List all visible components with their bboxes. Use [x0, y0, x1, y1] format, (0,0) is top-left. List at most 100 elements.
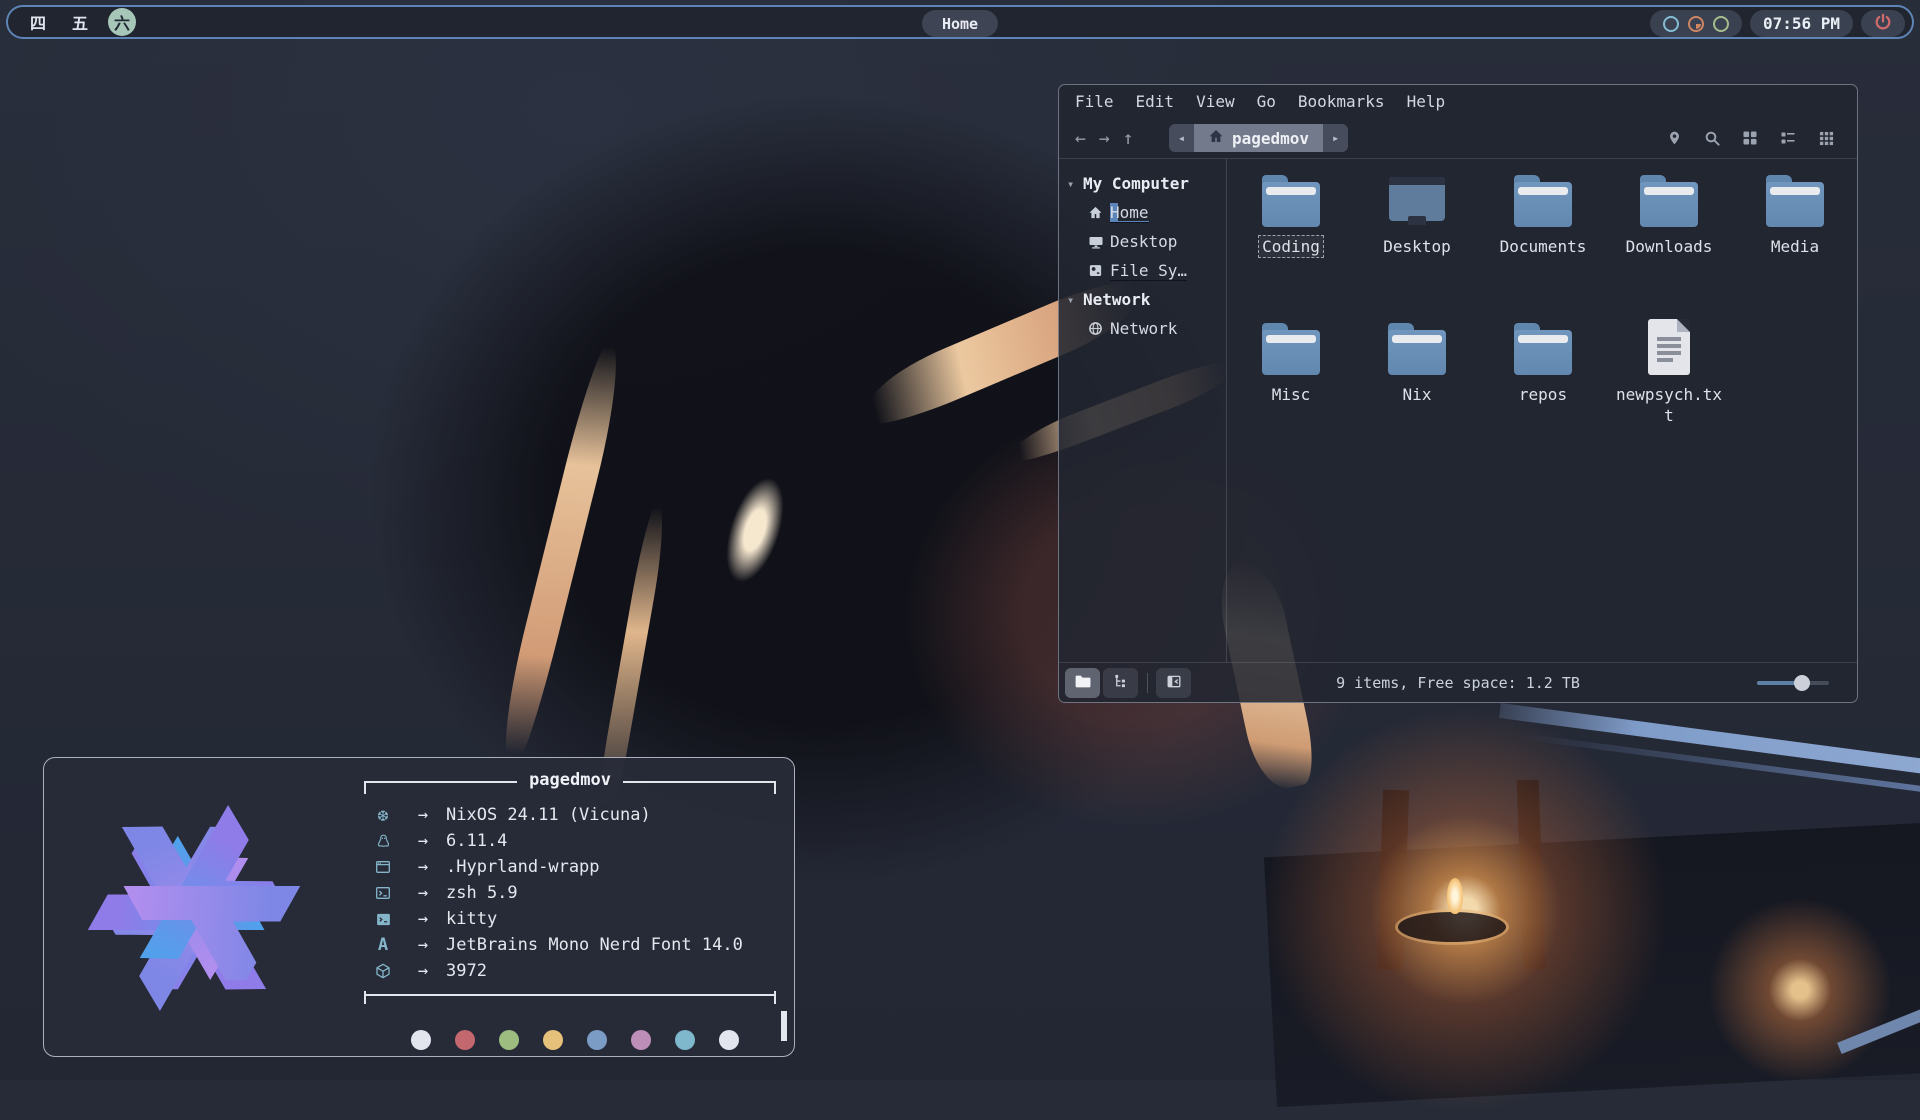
fetch-row-kernel: → 6.11.4 — [370, 828, 776, 854]
file-manager-window: File Edit View Go Bookmarks Help ← → ↑ ◂… — [1058, 84, 1858, 703]
path-scroll-right-button[interactable]: ▸ — [1323, 124, 1348, 152]
toggle-side-pane-button[interactable] — [1156, 668, 1191, 698]
icon-zoom-slider[interactable] — [1757, 681, 1829, 685]
up-button[interactable]: ↑ — [1123, 128, 1134, 149]
arrow-icon: → — [408, 883, 438, 903]
wallpaper-candle-cup — [1398, 912, 1506, 942]
sidebar-section-label: My Computer — [1083, 174, 1189, 193]
icon-view-icon[interactable] — [1741, 129, 1759, 147]
fetch-title: pagedmov — [517, 770, 623, 790]
active-window-title: Home — [922, 10, 998, 37]
file-item-media[interactable]: Media — [1732, 167, 1858, 315]
nixos-logo — [80, 794, 308, 1022]
arrow-icon: → — [408, 909, 438, 929]
path-segment-label: pagedmov — [1232, 129, 1309, 148]
sidebar-section-my-computer[interactable]: ▾ My Computer — [1059, 169, 1226, 198]
sidebar-item-label: Home — [1110, 203, 1149, 223]
palette-dot — [675, 1030, 695, 1050]
fetch-value: zsh 5.9 — [446, 883, 518, 903]
terminal-color-palette — [411, 1030, 776, 1050]
workspace-5[interactable]: 五 — [66, 8, 94, 36]
compact-list-view-icon[interactable] — [1779, 129, 1797, 147]
menu-file[interactable]: File — [1075, 92, 1114, 111]
wallpaper-candle-glow — [1255, 700, 1675, 1120]
slider-knob[interactable] — [1794, 675, 1810, 691]
fetch-row-shell: → zsh 5.9 — [370, 880, 776, 906]
fetch-value: 6.11.4 — [446, 831, 507, 851]
topbar-right-modules: 07:56 PM — [1650, 10, 1905, 37]
fetch-value: .Hyprland-wrapp — [446, 857, 600, 877]
file-label: Coding — [1258, 235, 1324, 258]
terminal-cursor — [781, 1011, 787, 1041]
back-button[interactable]: ← — [1075, 128, 1086, 149]
file-label: Documents — [1496, 235, 1591, 258]
location-pin-icon[interactable] — [1665, 129, 1683, 147]
tree-pane-button[interactable] — [1103, 668, 1138, 698]
tray-circle-icon[interactable] — [1663, 16, 1679, 32]
fastfetch-output: pagedmov ❆ → NixOS 24.11 (Vicuna) → 6.11… — [364, 772, 776, 1050]
tray-record-icon[interactable] — [1688, 16, 1704, 32]
file-item-coding[interactable]: Coding — [1228, 167, 1354, 315]
places-pane-button[interactable] — [1065, 668, 1100, 698]
tray-module[interactable] — [1650, 10, 1742, 37]
workspace-6-active[interactable]: 六 — [108, 8, 136, 36]
sidebar-item-network[interactable]: Network — [1059, 314, 1226, 343]
desktop-icon — [1389, 175, 1445, 227]
menu-bookmarks[interactable]: Bookmarks — [1298, 92, 1385, 111]
path-bar: ◂ pagedmov ▸ — [1169, 124, 1348, 152]
font-icon: A — [370, 935, 396, 955]
arrow-icon: → — [408, 805, 438, 825]
menu-help[interactable]: Help — [1407, 92, 1446, 111]
folder-icon — [1640, 175, 1698, 227]
side-pane-toggle-icon — [1166, 674, 1182, 693]
sidebar-item-desktop[interactable]: Desktop — [1059, 227, 1226, 256]
file-item-newpsych-txt[interactable]: newpsych.txt — [1606, 315, 1732, 463]
file-item-documents[interactable]: Documents — [1480, 167, 1606, 315]
fetch-rows: ❆ → NixOS 24.11 (Vicuna) → 6.11.4 → .Hyp… — [364, 802, 776, 984]
nixos-icon: ❆ — [370, 805, 396, 826]
palette-dot — [631, 1030, 651, 1050]
file-item-misc[interactable]: Misc — [1228, 315, 1354, 463]
menu-go[interactable]: Go — [1257, 92, 1276, 111]
folder-icon — [1074, 674, 1091, 693]
forward-button[interactable]: → — [1099, 128, 1110, 149]
sidebar-section-network[interactable]: ▾ Network — [1059, 285, 1226, 314]
workspace-4[interactable]: 四 — [24, 8, 52, 36]
folder-icon — [1388, 323, 1446, 375]
file-item-desktop[interactable]: Desktop — [1354, 167, 1480, 315]
menu-view[interactable]: View — [1196, 92, 1235, 111]
file-item-repos[interactable]: repos — [1480, 315, 1606, 463]
file-manager-body: ▾ My Computer Home Desktop File Sy… — [1059, 159, 1857, 662]
fetch-row-terminal: → kitty — [370, 906, 776, 932]
toolbar-view-buttons — [1665, 118, 1835, 158]
fetch-box-bottom — [364, 994, 776, 1016]
palette-dot — [455, 1030, 475, 1050]
clock[interactable]: 07:56 PM — [1750, 10, 1853, 37]
palette-dot — [543, 1030, 563, 1050]
file-item-nix[interactable]: Nix — [1354, 315, 1480, 463]
folder-icon — [1262, 175, 1320, 227]
tree-icon — [1113, 674, 1128, 693]
fetch-row-os: ❆ → NixOS 24.11 (Vicuna) — [370, 802, 776, 828]
sidebar-item-filesystem[interactable]: File Sy… — [1059, 256, 1226, 285]
search-icon[interactable] — [1703, 129, 1721, 147]
wallpaper-secondary-glow — [1700, 890, 1900, 1090]
arrow-icon: → — [408, 961, 438, 981]
top-status-bar: 四 五 六 Home 07:56 PM — [6, 5, 1914, 39]
menu-edit[interactable]: Edit — [1136, 92, 1175, 111]
sidebar-item-label: Desktop — [1110, 232, 1177, 251]
file-label: repos — [1515, 383, 1571, 406]
terminal-icon — [370, 912, 396, 927]
path-scroll-left-button[interactable]: ◂ — [1169, 124, 1194, 152]
statusbar-separator — [1147, 673, 1148, 693]
path-segment-home[interactable]: pagedmov — [1194, 124, 1323, 152]
drive-icon — [1087, 262, 1104, 279]
power-button[interactable] — [1861, 10, 1905, 37]
thumbnail-grid-view-icon[interactable] — [1817, 129, 1835, 147]
file-label: Media — [1767, 235, 1823, 258]
sidebar-item-home[interactable]: Home — [1059, 198, 1226, 227]
kernel-penguin-icon — [370, 833, 396, 850]
file-item-downloads[interactable]: Downloads — [1606, 167, 1732, 315]
sidebar-item-label: Network — [1110, 319, 1177, 338]
tray-circle-icon[interactable] — [1713, 16, 1729, 32]
